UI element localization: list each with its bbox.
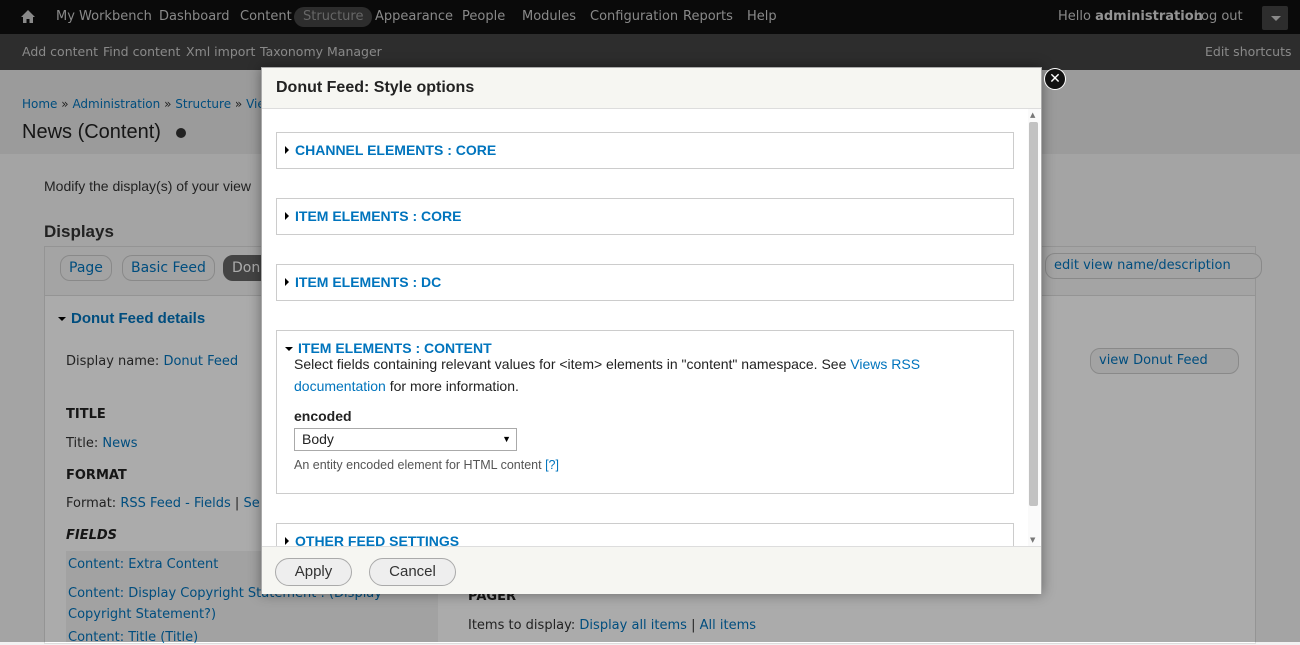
- close-icon: ✕: [1045, 69, 1065, 89]
- dialog-title: Donut Feed: Style options: [276, 79, 475, 96]
- style-options-dialog: Donut Feed: Style options CHANNEL ELEMEN…: [261, 67, 1042, 594]
- fieldset-toggle-other-feed-settings[interactable]: OTHER FEED SETTINGS: [285, 533, 459, 546]
- dialog-scrollbar[interactable]: ▲ ▼: [1028, 109, 1040, 546]
- encoded-help-text: An entity encoded element for HTML conte…: [294, 458, 559, 472]
- scroll-up-arrow-icon[interactable]: ▲: [1030, 111, 1035, 119]
- description-text-after: for more information.: [389, 378, 519, 394]
- dialog-titlebar: Donut Feed: Style options: [262, 68, 1041, 109]
- dialog-body: CHANNEL ELEMENTS : CORE ITEM ELEMENTS : …: [262, 109, 1041, 546]
- fieldset-toggle-item-dc[interactable]: ITEM ELEMENTS : DC: [285, 274, 441, 290]
- cancel-button[interactable]: Cancel: [369, 558, 456, 586]
- fieldset-other-feed-settings: OTHER FEED SETTINGS: [276, 523, 1014, 546]
- help-link[interactable]: [?]: [545, 458, 559, 472]
- fieldset-item-dc: ITEM ELEMENTS : DC: [276, 264, 1014, 301]
- encoded-label: encoded: [294, 408, 352, 424]
- fieldset-toggle-item-core[interactable]: ITEM ELEMENTS : CORE: [285, 208, 461, 224]
- help-text: An entity encoded element for HTML conte…: [294, 458, 542, 472]
- fieldset-toggle-channel-core[interactable]: CHANNEL ELEMENTS : CORE: [285, 142, 496, 158]
- encoded-select-value: Body: [302, 431, 334, 447]
- fieldset-label: ITEM ELEMENTS : DC: [295, 274, 442, 290]
- expand-icon: [285, 146, 289, 154]
- fieldset-description: Select fields containing relevant values…: [294, 353, 994, 397]
- apply-button[interactable]: Apply: [275, 558, 352, 586]
- fieldset-label: ITEM ELEMENTS : CORE: [295, 208, 462, 224]
- dropdown-arrow-icon: ▼: [502, 434, 511, 444]
- description-text: Select fields containing relevant values…: [294, 356, 847, 372]
- expand-icon: [285, 212, 289, 220]
- dialog-footer: Apply Cancel: [262, 546, 1041, 594]
- scrollbar-thumb[interactable]: [1029, 122, 1038, 506]
- fieldset-channel-core: CHANNEL ELEMENTS : CORE: [276, 132, 1014, 169]
- collapse-icon: [285, 347, 293, 351]
- fieldset-label: OTHER FEED SETTINGS: [295, 533, 460, 546]
- fieldset-item-content: ITEM ELEMENTS : CONTENT Select fields co…: [276, 330, 1014, 494]
- fieldset-label: CHANNEL ELEMENTS : CORE: [295, 142, 497, 158]
- scroll-down-arrow-icon[interactable]: ▼: [1030, 536, 1035, 544]
- expand-icon: [285, 537, 289, 545]
- dialog-close-button[interactable]: ✕: [1044, 68, 1066, 90]
- expand-icon: [285, 278, 289, 286]
- fieldset-item-core: ITEM ELEMENTS : CORE: [276, 198, 1014, 235]
- encoded-select[interactable]: Body ▼: [294, 428, 517, 451]
